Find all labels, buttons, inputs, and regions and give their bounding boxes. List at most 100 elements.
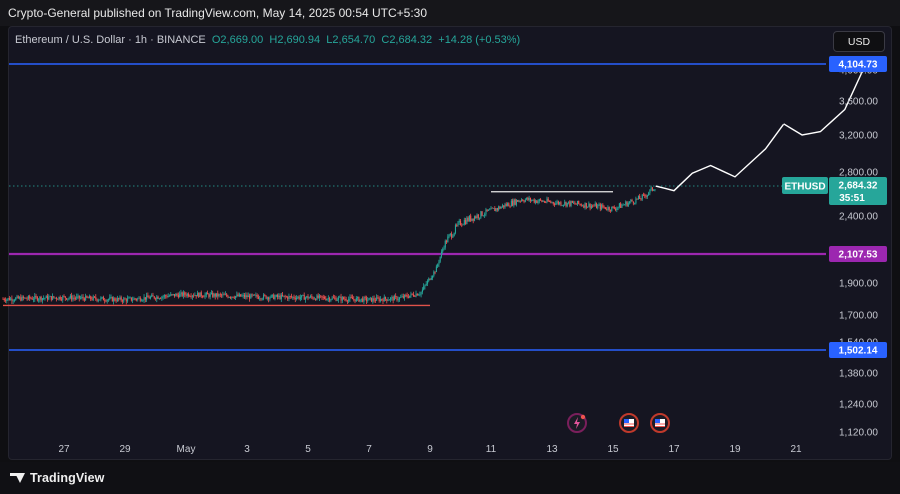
candle-body xyxy=(148,297,150,299)
candle-body xyxy=(426,280,429,284)
candle-body xyxy=(120,297,122,301)
candle-body xyxy=(536,200,538,203)
candle-body xyxy=(296,297,298,300)
y-tick-label-10: 1,120.00 xyxy=(839,428,878,439)
candle-body xyxy=(188,293,190,297)
candle-body xyxy=(395,296,397,297)
candle-body xyxy=(611,206,613,212)
candle-body xyxy=(180,292,182,294)
candle-body xyxy=(556,201,558,203)
candle-body xyxy=(603,206,605,208)
candle-body xyxy=(494,207,496,212)
candle-body xyxy=(199,292,201,298)
candle-body xyxy=(330,299,332,301)
candle-body xyxy=(653,189,655,191)
tradingview-logo[interactable]: TradingView xyxy=(10,471,105,485)
candle-body xyxy=(270,295,272,298)
candle-body xyxy=(200,292,202,297)
y-tick-label-2: 3,200.00 xyxy=(839,131,878,142)
candle-body xyxy=(446,240,448,243)
candle-body xyxy=(274,296,276,300)
candle-body xyxy=(400,297,402,298)
candle-body xyxy=(401,296,403,298)
candle-body xyxy=(146,295,148,300)
candle-body xyxy=(353,299,355,300)
candle-body xyxy=(59,296,61,300)
y-tick-label-9: 1,240.00 xyxy=(839,400,878,411)
candle-body xyxy=(80,297,82,299)
candle-body xyxy=(334,297,336,299)
flag-canton xyxy=(624,419,629,423)
candle-body xyxy=(345,299,347,301)
candle-body xyxy=(17,296,19,299)
candle-body xyxy=(92,296,94,300)
candle-body xyxy=(439,256,441,262)
candle-body xyxy=(381,298,383,300)
candle-body xyxy=(584,202,586,208)
candle-body xyxy=(504,204,506,208)
candle-body xyxy=(477,214,479,218)
candle-body xyxy=(132,299,134,301)
candle-body xyxy=(110,297,112,298)
candle-body xyxy=(222,294,224,296)
candle-body xyxy=(612,206,614,208)
candle-body xyxy=(582,205,584,207)
candle-body xyxy=(86,295,88,298)
candle-body xyxy=(521,199,523,202)
candle-body xyxy=(443,247,445,250)
candle-body xyxy=(641,194,643,200)
candle-body xyxy=(160,298,162,300)
candle-body xyxy=(649,189,651,194)
candle-body xyxy=(451,233,453,238)
symbol-legend[interactable]: Ethereum / U.S. Dollar · 1h · BINANCE O2… xyxy=(15,34,520,46)
candle-body xyxy=(182,292,185,296)
candle-body xyxy=(165,295,167,297)
symbol-name[interactable]: Ethereum / U.S. Dollar · 1h · BINANCE xyxy=(15,34,206,46)
candle-body xyxy=(137,298,139,300)
candle-body xyxy=(66,298,68,300)
candle-body xyxy=(573,202,575,204)
candle-body xyxy=(490,207,492,210)
candle-body xyxy=(593,205,595,207)
candle-body xyxy=(241,295,243,297)
candle-body xyxy=(106,299,108,302)
candle-body xyxy=(468,215,470,222)
candle-body xyxy=(138,297,140,299)
candle-body xyxy=(514,199,516,205)
candle-body xyxy=(6,299,8,301)
candle-body xyxy=(3,299,5,301)
candle-body xyxy=(237,294,239,297)
candle-body xyxy=(252,294,254,296)
candle-body xyxy=(310,296,312,298)
y-tick-label-8: 1,380.00 xyxy=(839,369,878,380)
candle-body xyxy=(256,295,258,297)
candle-body xyxy=(527,197,529,201)
candle-body xyxy=(303,295,305,300)
candle-body xyxy=(62,296,64,300)
candle-body xyxy=(379,298,382,301)
candle-body xyxy=(362,298,364,302)
projection-path[interactable] xyxy=(655,62,867,192)
candle-body xyxy=(49,296,51,298)
candle-body xyxy=(508,203,510,207)
x-tick-label-11: 19 xyxy=(729,444,741,455)
candle-body xyxy=(255,295,257,296)
x-tick-label-8: 13 xyxy=(546,444,558,455)
candle-body xyxy=(96,299,98,301)
candle-body xyxy=(635,198,637,204)
candle-body xyxy=(599,204,601,210)
candle-body xyxy=(327,298,329,299)
candle-body xyxy=(161,296,163,299)
candle-body xyxy=(25,297,27,299)
candle-body xyxy=(313,298,315,300)
candle-body xyxy=(282,294,284,297)
candle-body xyxy=(119,297,121,300)
candle-body xyxy=(5,300,7,301)
candle-body xyxy=(226,294,228,296)
candle-body xyxy=(385,297,387,300)
candle-body xyxy=(30,298,32,300)
currency-button[interactable]: USD xyxy=(833,31,885,52)
candle-body xyxy=(298,296,300,299)
tradingview-logo-icon xyxy=(10,472,26,484)
price-chart-svg[interactable]: 4,000.003,600.003,200.002,800.002,400.00… xyxy=(0,0,900,494)
